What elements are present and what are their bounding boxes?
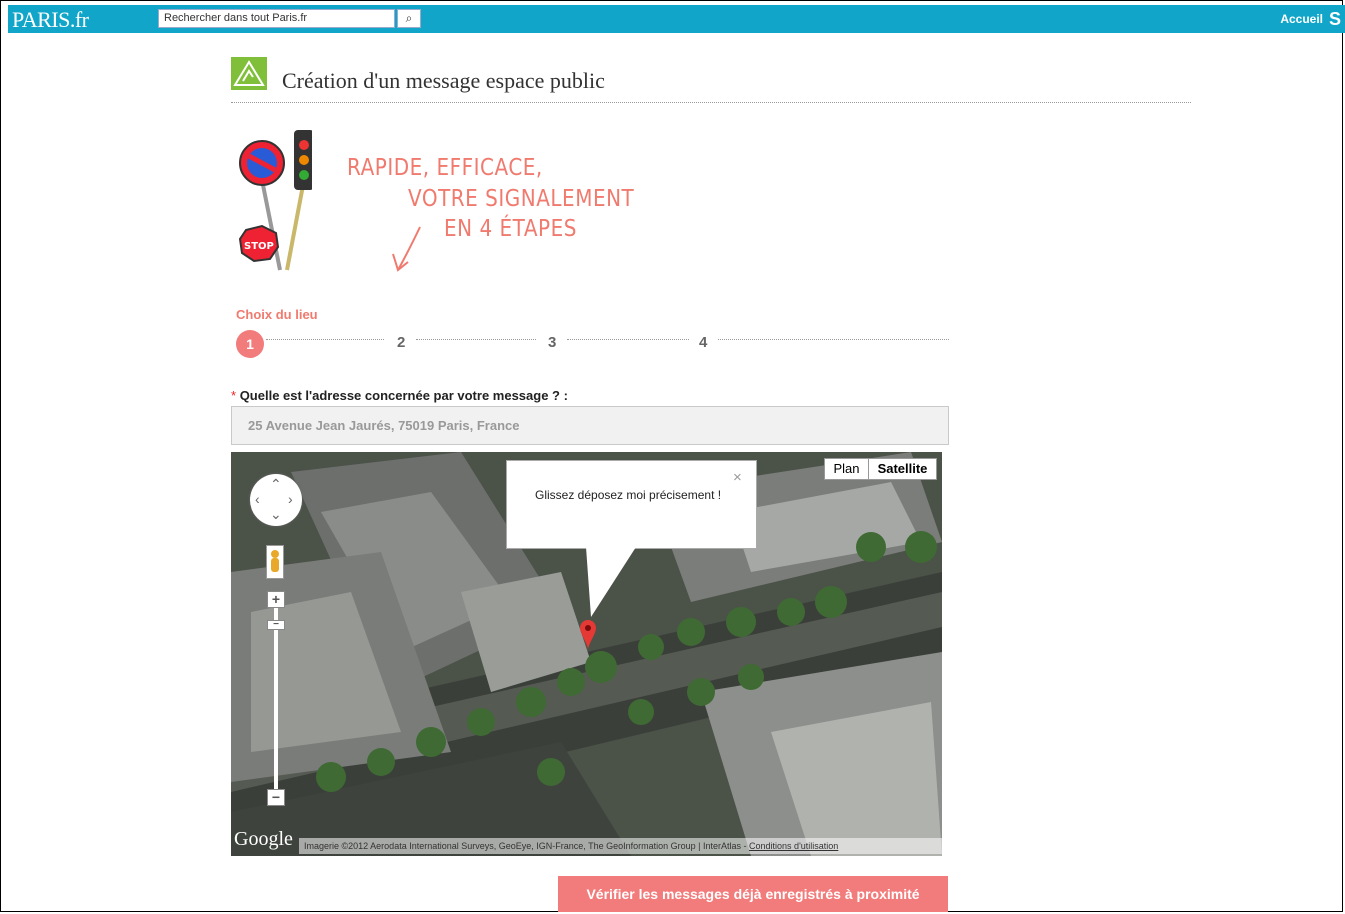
satellite-map[interactable]: Plan Satellite ⌃ ‹ › ⌄ + − − Glissez dép…: [231, 452, 942, 856]
step-connector: [567, 339, 689, 340]
map-type-plan-button[interactable]: Plan: [824, 458, 869, 480]
step-3-indicator: 3: [548, 334, 557, 351]
paris-s-icon[interactable]: S: [1329, 9, 1343, 29]
search-button[interactable]: ⌕: [397, 9, 421, 28]
home-link[interactable]: Accueil: [1280, 12, 1323, 26]
top-bar: PARIS.fr Rechercher dans tout Paris.fr ⌕…: [8, 5, 1345, 33]
google-logo: Google: [234, 828, 293, 850]
location-marker-icon[interactable]: [580, 620, 596, 650]
info-bubble-text: Glissez déposez moi précisement !: [535, 488, 722, 502]
public-space-icon: [231, 57, 267, 90]
step-1-indicator: 1: [236, 330, 264, 358]
pan-control[interactable]: ⌃ ‹ › ⌄: [250, 474, 302, 526]
check-nearby-messages-button[interactable]: Vérifier les messages déjà enregistrés à…: [558, 876, 948, 912]
search-icon: ⌕: [405, 11, 413, 25]
paris-logo[interactable]: PARIS.fr: [12, 7, 89, 33]
info-bubble: Glissez déposez moi précisement ! ×: [506, 460, 757, 549]
required-mark: *: [231, 388, 237, 403]
svg-text:STOP: STOP: [244, 241, 274, 252]
map-attribution-text: Imagerie ©2012 Aerodata International Su…: [304, 841, 750, 851]
pan-right-icon[interactable]: ›: [288, 491, 293, 507]
pan-down-icon[interactable]: ⌄: [270, 506, 282, 523]
zoom-slider-handle[interactable]: −: [267, 620, 285, 630]
pan-up-icon[interactable]: ⌃: [270, 476, 282, 493]
zoom-slider-track[interactable]: [274, 602, 278, 800]
zoom-in-button[interactable]: +: [267, 591, 285, 608]
step-4-indicator: 4: [699, 334, 708, 351]
tagline-line-2: VOTRE SIGNALEMENT: [408, 184, 635, 212]
step-connector: [266, 339, 384, 340]
close-icon[interactable]: ×: [733, 469, 742, 486]
down-arrow-icon: [392, 226, 421, 272]
tagline-line-3: EN 4 ÉTAPES: [444, 214, 577, 242]
step-2-indicator: 2: [397, 334, 406, 351]
map-type-satellite-button[interactable]: Satellite: [868, 458, 937, 480]
search-input[interactable]: Rechercher dans tout Paris.fr: [158, 9, 395, 28]
traffic-signs-illustration: STOP: [238, 130, 312, 271]
step-connector: [718, 339, 949, 340]
terms-link[interactable]: Conditions d'utilisation: [749, 841, 838, 851]
address-field[interactable]: 25 Avenue Jean Jaurés, 75019 Paris, Fran…: [231, 406, 949, 445]
zoom-out-button[interactable]: −: [267, 789, 285, 806]
current-step-label: Choix du lieu: [236, 307, 318, 322]
info-bubble-tail: [586, 547, 636, 617]
title-divider: [231, 102, 1191, 103]
address-question-label: * Quelle est l'adresse concernée par vot…: [231, 388, 568, 403]
street-view-pegman-icon[interactable]: [266, 545, 284, 579]
tagline-line-1: RAPIDE, EFFICACE,: [347, 153, 543, 181]
step-connector: [416, 339, 536, 340]
address-question-text: Quelle est l'adresse concernée par votre…: [239, 388, 568, 403]
pan-left-icon[interactable]: ‹: [255, 491, 260, 507]
page-title: Création d'un message espace public: [282, 68, 605, 93]
map-attribution: Imagerie ©2012 Aerodata International Su…: [299, 838, 942, 854]
